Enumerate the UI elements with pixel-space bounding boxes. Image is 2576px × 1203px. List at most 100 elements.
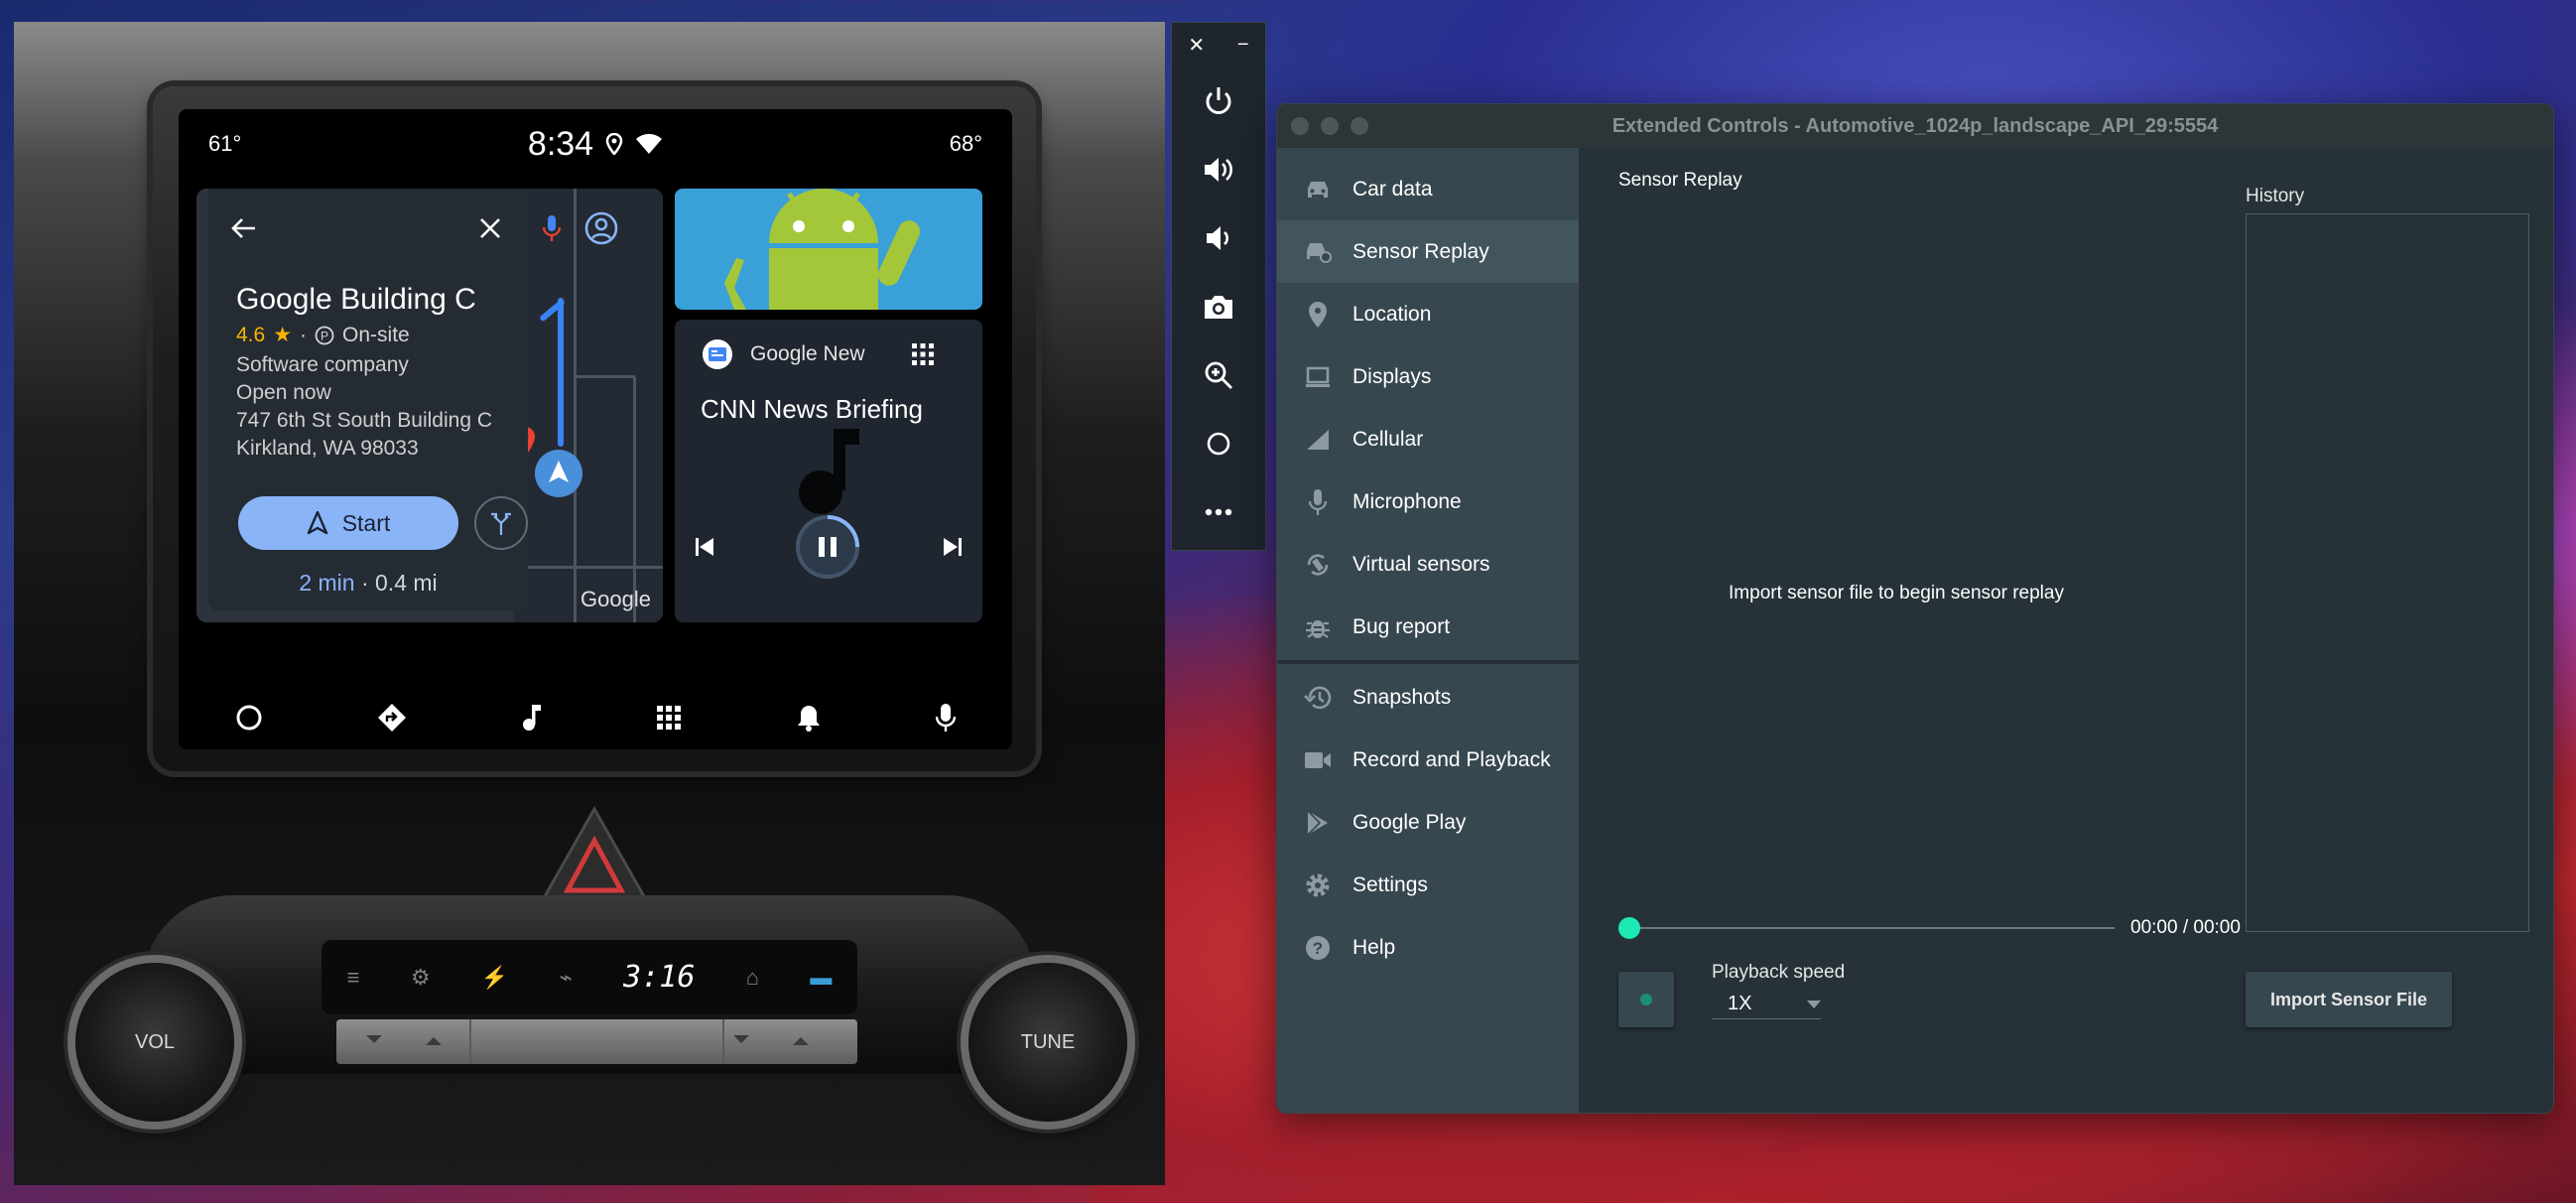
nav-item-virtual-sensors[interactable]: Virtual sensors — [1277, 533, 1579, 596]
music-note-icon — [799, 429, 859, 514]
volume-knob[interactable]: VOL — [75, 963, 234, 1122]
media-card[interactable]: Google New CNN News Briefing — [675, 320, 982, 622]
climate-button-row[interactable] — [336, 1019, 857, 1064]
nav-item-help[interactable]: ? Help — [1277, 916, 1579, 979]
ac-indicator-icon: ▬ — [810, 964, 833, 990]
playback-slider-track[interactable] — [1628, 927, 2115, 929]
nav-item-displays[interactable]: Displays — [1277, 345, 1579, 408]
nav-label: Help — [1352, 935, 1396, 959]
tune-label: TUNE — [1020, 1030, 1076, 1053]
nav-item-google-play[interactable]: Google Play — [1277, 791, 1579, 854]
close-icon[interactable] — [472, 210, 508, 246]
more-button[interactable] — [1172, 477, 1265, 546]
eta: 2 min · 0.4 mi — [208, 570, 528, 597]
rotate-icon — [1303, 550, 1333, 580]
zoom-button[interactable] — [1172, 340, 1265, 409]
fork-route-icon — [491, 512, 511, 535]
android-assistant-card[interactable] — [675, 189, 982, 310]
svg-text:P: P — [321, 329, 328, 342]
media-app-header: Google New — [703, 339, 935, 369]
wifi-icon — [636, 133, 663, 154]
place-rating: 4.6 ★ · P On-site — [236, 323, 410, 347]
nav-item-microphone[interactable]: Microphone — [1277, 470, 1579, 533]
outside-temp-right[interactable]: 68° — [950, 131, 982, 157]
home-icon[interactable] — [235, 704, 263, 732]
place-name: Google Building C — [236, 283, 476, 316]
nav-label: Displays — [1352, 364, 1432, 388]
separator-dot: · — [300, 323, 308, 346]
play-store-icon — [1303, 808, 1333, 838]
route-line — [558, 298, 564, 447]
maps-card[interactable]: Google Building C 4.6 ★ · P On-site Soft… — [196, 189, 663, 622]
nav-label: Record and Playback — [1352, 747, 1551, 771]
location-icon — [605, 133, 623, 155]
pause-button[interactable] — [794, 513, 861, 581]
apps-grid-icon[interactable] — [911, 342, 935, 366]
maps-search-row — [196, 189, 663, 268]
start-navigation-button[interactable]: Start — [238, 496, 458, 550]
outside-temp-left[interactable]: 61° — [208, 131, 241, 157]
skip-previous-icon[interactable] — [695, 537, 714, 557]
notification-bell-icon[interactable] — [796, 704, 822, 732]
place-category: Software company — [236, 353, 409, 376]
climate-clock: 3:16 — [623, 960, 696, 995]
star-icon: ★ — [273, 324, 293, 346]
minimize-emulator-button[interactable]: − — [1237, 34, 1249, 57]
nav-item-bug-report[interactable]: Bug report — [1277, 596, 1579, 658]
power-icon — [1206, 86, 1231, 114]
music-icon[interactable] — [521, 704, 543, 732]
window-zoom-button[interactable] — [1351, 117, 1368, 135]
home-button[interactable] — [1172, 409, 1265, 477]
google-news-icon — [703, 339, 732, 369]
place-hours: Open now — [236, 381, 331, 404]
nav-item-record-playback[interactable]: Record and Playback — [1277, 729, 1579, 791]
nav-item-snapshots[interactable]: Snapshots — [1277, 666, 1579, 729]
parking-label: On-site — [342, 323, 410, 346]
skip-next-icon[interactable] — [943, 537, 963, 557]
map-road — [633, 377, 636, 622]
close-emulator-button[interactable]: ✕ — [1188, 33, 1205, 58]
display-icon — [1303, 362, 1333, 392]
screenshot-button[interactable] — [1172, 272, 1265, 340]
help-icon: ? — [1303, 933, 1333, 963]
nav-item-car-data[interactable]: Car data — [1277, 158, 1579, 220]
extended-controls-sidebar: Car data Sensor Replay Location Displays… — [1277, 148, 1579, 1113]
import-hint: Import sensor file to begin sensor repla… — [1729, 583, 2064, 603]
app-launcher-icon[interactable] — [656, 705, 682, 731]
tune-knob[interactable]: TUNE — [968, 963, 1127, 1122]
power-button[interactable] — [1172, 67, 1265, 135]
car-screen[interactable]: 61° 8:34 68° Google Building C 4.6 ★ · P… — [179, 109, 1012, 749]
import-sensor-file-button[interactable]: Import Sensor File — [2246, 972, 2452, 1027]
navigation-icon[interactable] — [377, 703, 407, 733]
nav-item-settings[interactable]: Settings — [1277, 854, 1579, 916]
nav-label: Snapshots — [1352, 685, 1452, 709]
playback-slider-thumb[interactable] — [1618, 917, 1640, 939]
nav-divider — [1277, 660, 1579, 664]
microphone-icon[interactable] — [534, 210, 570, 246]
playback-speed-select[interactable]: 1X — [1712, 990, 1821, 1019]
nav-item-sensor-replay[interactable]: Sensor Replay — [1277, 220, 1579, 283]
rating-value: 4.6 — [236, 323, 266, 346]
account-icon[interactable] — [583, 210, 619, 246]
eta-time: 2 min — [299, 570, 355, 596]
volume-up-button[interactable] — [1172, 135, 1265, 203]
voice-assistant-icon[interactable] — [935, 703, 956, 733]
window-minimize-button[interactable] — [1321, 117, 1339, 135]
section-title: Sensor Replay — [1618, 170, 1742, 191]
nav-label: Virtual sensors — [1352, 552, 1490, 576]
volume-down-button[interactable] — [1172, 203, 1265, 272]
nav-item-location[interactable]: Location — [1277, 283, 1579, 345]
nav-item-cellular[interactable]: Cellular — [1277, 408, 1579, 470]
defrost-icon: ⌁ — [559, 964, 573, 990]
media-controls — [675, 513, 982, 583]
history-list[interactable] — [2246, 213, 2529, 932]
status-center: 8:34 — [528, 125, 663, 164]
window-titlebar[interactable]: Extended Controls - Automotive_1024p_lan… — [1277, 104, 2553, 148]
play-button[interactable] — [1618, 972, 1674, 1027]
back-arrow-icon[interactable] — [226, 210, 262, 246]
map-road — [514, 566, 663, 569]
volume-label: VOL — [134, 1030, 176, 1053]
alternate-routes-button[interactable] — [474, 496, 528, 550]
nav-label: Settings — [1352, 872, 1428, 896]
window-close-button[interactable] — [1291, 117, 1309, 135]
